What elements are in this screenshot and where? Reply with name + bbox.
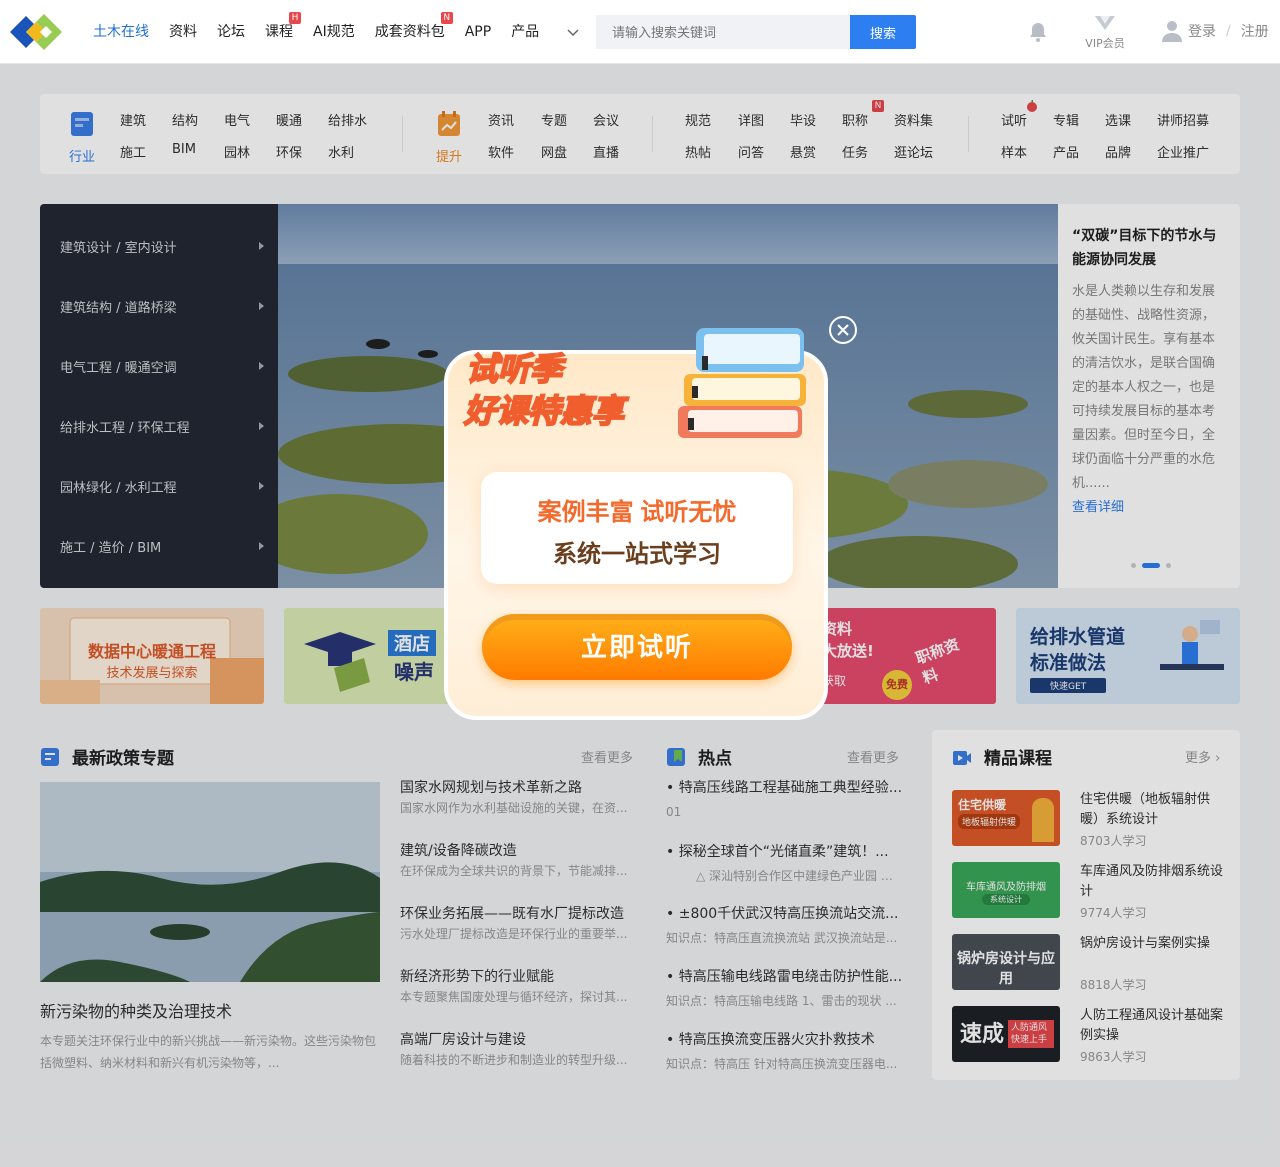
chevron-down-icon[interactable] [565,24,581,40]
books-icon [678,328,806,438]
search-button[interactable]: 搜索 [850,15,916,49]
vip-diamond-icon [1095,16,1115,30]
search-box: 搜索 [596,15,916,49]
site-logo[interactable] [10,14,62,50]
modal-headline-2: 好课特惠享 [463,392,625,430]
modal-feature-line-1: 案例丰富 试听无忧 [537,499,737,526]
top-header: 土木在线 资料 论坛 课程H AI规范 成套资料包N APP 产品 搜索 VIP… [0,0,1280,64]
register-link[interactable]: 注册 [1241,21,1269,41]
nav-item-app[interactable]: APP [465,0,491,64]
modal-feature-line-2: 系统一站式学习 [553,541,721,568]
login-link[interactable]: 登录 [1188,21,1216,41]
main-nav: 土木在线 资料 论坛 课程 H AI规范 成套资料包 N APP 产品 [93,0,581,64]
nav-item-label: 成套资料包 [374,24,445,40]
user-icon [1162,21,1182,42]
try-now-button[interactable]: 立即试听 [482,614,792,680]
close-icon[interactable] [828,315,858,345]
nav-item-products[interactable]: 产品 [511,0,539,64]
bell-icon[interactable] [1026,20,1050,44]
nav-item-home[interactable]: 土木在线 [93,0,149,64]
nav-item-forum[interactable]: 论坛 [217,0,245,64]
nav-item-bundle[interactable]: 成套资料包 N [374,0,453,64]
nav-item-ai-spec[interactable]: AI规范 [313,0,355,64]
new-badge: N [440,12,453,24]
modal-headline-1: 试听季 [465,350,563,388]
hot-badge: H [289,12,301,24]
separator: / [1226,23,1231,39]
vip-link[interactable]: VIP会员 [1082,12,1128,51]
nav-item-label: 课程 [265,24,293,40]
trial-promo-modal: 试听季 好课特惠享 案例丰富 试听无忧 系统一站式学习 立即试听 [444,328,828,722]
user-auth: 登录 / 注册 [1162,20,1269,42]
nav-item-courses[interactable]: 课程 H [265,0,301,64]
nav-item-materials[interactable]: 资料 [169,0,197,64]
search-input[interactable] [596,15,850,49]
modal-feature-card: 案例丰富 试听无忧 系统一站式学习 [481,472,793,584]
vip-label: VIP会员 [1085,37,1125,50]
